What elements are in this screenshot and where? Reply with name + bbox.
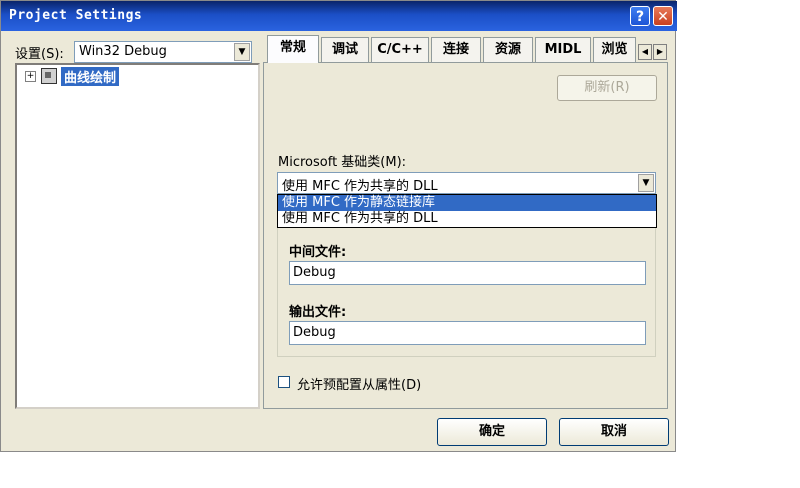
output-files-input[interactable]: Debug: [289, 321, 646, 345]
mfc-combobox[interactable]: 使用 MFC 作为共享的 DLL ▼: [277, 172, 656, 194]
cancel-button[interactable]: 取消: [559, 418, 669, 446]
settings-combobox[interactable]: Win32 Debug ▼: [74, 41, 252, 63]
title-bar[interactable]: Project Settings ? ✕: [1, 1, 677, 31]
settings-combobox-value: Win32 Debug: [79, 44, 167, 59]
refresh-button[interactable]: 刷新(R): [557, 75, 657, 101]
help-button[interactable]: ?: [630, 6, 650, 26]
intermediate-files-value: Debug: [293, 265, 336, 280]
intermediate-files-label: 中间文件:: [289, 245, 347, 260]
tab-scroll-buttons: ◀ ▶: [638, 44, 668, 60]
tab-browse[interactable]: 浏览: [593, 37, 636, 63]
settings-label: 设置(S):: [15, 47, 64, 62]
scroll-right-icon[interactable]: ▶: [653, 44, 667, 60]
allow-preconfig-label[interactable]: 允许预配置从属性(D): [297, 374, 421, 393]
output-files-label: 输出文件:: [289, 305, 347, 320]
mfc-option-static[interactable]: 使用 MFC 作为静态链接库: [278, 195, 656, 211]
tab-cpp[interactable]: C/C++: [371, 37, 429, 63]
tree-expand-icon[interactable]: +: [25, 71, 36, 82]
ok-button[interactable]: 确定: [437, 418, 547, 446]
mfc-dropdown-list: 使用 MFC 作为静态链接库 使用 MFC 作为共享的 DLL: [277, 194, 657, 228]
scroll-left-icon[interactable]: ◀: [638, 44, 652, 60]
chevron-down-icon[interactable]: ▼: [234, 43, 250, 61]
project-tree[interactable]: + 曲线绘制: [15, 63, 260, 409]
window-title: Project Settings: [9, 8, 143, 23]
mfc-combobox-value: 使用 MFC 作为共享的 DLL: [282, 179, 438, 194]
tab-midl[interactable]: MIDL: [535, 37, 591, 63]
tree-item-project[interactable]: 曲线绘制: [61, 67, 120, 86]
tab-general[interactable]: 常规: [267, 35, 319, 63]
chevron-down-icon[interactable]: ▼: [638, 174, 654, 192]
mfc-option-shared[interactable]: 使用 MFC 作为共享的 DLL: [278, 211, 656, 227]
allow-preconfig-checkbox[interactable]: [278, 376, 290, 388]
intermediate-files-input[interactable]: Debug: [289, 261, 646, 285]
tab-resources[interactable]: 资源: [483, 37, 533, 63]
tab-link[interactable]: 连接: [431, 37, 481, 63]
tab-debug[interactable]: 调试: [321, 37, 369, 63]
project-settings-dialog: Project Settings ? ✕ 设置(S): Win32 Debug …: [0, 0, 677, 452]
output-files-value: Debug: [293, 325, 336, 340]
close-button[interactable]: ✕: [653, 6, 673, 26]
project-icon: [41, 68, 57, 84]
mfc-label: Microsoft 基础类(M):: [278, 155, 407, 170]
